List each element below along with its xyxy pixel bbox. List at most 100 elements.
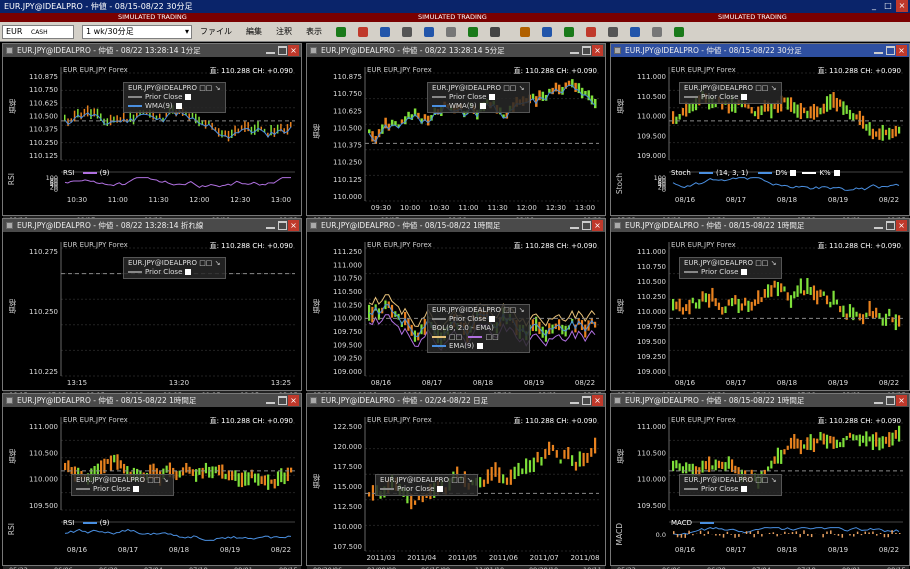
price-chart[interactable]: 110.875 110.750 110.625 110.500 110.375 110.2… — [307, 57, 605, 215]
panel-titlebar[interactable]: EUR.JPY@IDEALPRO - 仲値 - 08/15-08/22 1時間足… — [611, 219, 909, 232]
panel-maximize-icon[interactable] — [886, 221, 895, 230]
legend-settings-icon[interactable]: ↘ — [771, 476, 777, 484]
minimize-window-button[interactable]: _ — [868, 0, 880, 12]
panel-menu-icon[interactable] — [614, 47, 621, 54]
zoom-out-icon[interactable] — [424, 27, 434, 37]
panel-menu-icon[interactable] — [6, 397, 13, 404]
panel-close-icon[interactable]: × — [592, 220, 603, 231]
period-select[interactable]: 1 wk/30分足 ▾ — [82, 25, 192, 39]
panel-maximize-icon[interactable] — [886, 46, 895, 55]
panel-titlebar[interactable]: EUR.JPY@IDEALPRO - 仲値 - 08/15-08/22 1時間足… — [3, 394, 301, 407]
prior-close-checkbox[interactable] — [489, 316, 496, 322]
panel-minimize-icon[interactable] — [266, 398, 275, 404]
indicator-legend[interactable]: MACD — [671, 519, 717, 527]
chart-legend[interactable]: EUR.JPY@IDEALPRO □□ ↘ Prior Close WMA(9) — [123, 82, 226, 113]
chart-panel-6[interactable]: EUR.JPY@IDEALPRO - 仲値 - 08/15-08/22 1時間足… — [610, 218, 910, 400]
price-chart[interactable]: 110.275 110.250 110.225 13:15 13:20 13:25 — [3, 232, 301, 390]
symbol-input[interactable]: EUR CASH — [2, 25, 74, 39]
panel-close-icon[interactable]: × — [288, 45, 299, 56]
arrow-up-icon[interactable] — [564, 27, 574, 37]
chart-panel-1[interactable]: EUR.JPY@IDEALPRO - 仲値 - 08/22 13:28:14 1… — [2, 43, 302, 225]
chart-legend[interactable]: EUR.JPY@IDEALPRO □□ ↘ Prior Close WMA(9) — [427, 82, 530, 113]
arrow-down-icon[interactable] — [586, 27, 596, 37]
crosshair-icon[interactable] — [336, 27, 346, 37]
fibonacci-icon[interactable] — [542, 27, 552, 37]
panel-menu-icon[interactable] — [310, 47, 317, 54]
price-chart[interactable]: 111.000 110.500 110.000 109.500 109.000 08/16… — [611, 57, 909, 215]
panel-close-icon[interactable]: × — [896, 220, 907, 231]
link-icon[interactable] — [674, 27, 684, 37]
chart-legend[interactable]: EUR.JPY@IDEALPRO □□ ↘ Prior Close — [123, 257, 226, 279]
close-window-button[interactable]: × — [896, 0, 908, 12]
chart-panel-5[interactable]: EUR.JPY@IDEALPRO - 仲値 - 08/15-08/22 1時間足… — [306, 218, 606, 400]
menu-file[interactable]: ファイル — [200, 26, 232, 38]
panel-close-icon[interactable]: × — [288, 220, 299, 231]
wma-checkbox[interactable] — [175, 103, 182, 109]
panel-minimize-icon[interactable] — [266, 223, 275, 229]
cursor-icon[interactable] — [490, 27, 500, 37]
panel-close-icon[interactable]: × — [592, 395, 603, 406]
stoch-k-checkbox[interactable] — [833, 170, 840, 176]
panel-minimize-icon[interactable] — [570, 398, 579, 404]
panel-minimize-icon[interactable] — [874, 398, 883, 404]
prior-close-checkbox[interactable] — [741, 269, 748, 275]
indicator-legend[interactable]: RSI (9) — [63, 169, 110, 177]
chart-legend[interactable]: EUR.JPY@IDEALPRO □□ ↘ Prior Close — [679, 257, 782, 279]
price-chart[interactable]: 111.000 110.750 110.500 110.250 110.000 109.7… — [611, 232, 909, 390]
panel-titlebar[interactable]: EUR.JPY@IDEALPRO - 仲値 - 08/22 13:28:14 折… — [3, 219, 301, 232]
maximize-window-button[interactable]: □ — [882, 0, 894, 12]
panel-menu-icon[interactable] — [310, 222, 317, 229]
panel-maximize-icon[interactable] — [582, 46, 591, 55]
chart-legend[interactable]: EUR.JPY@IDEALPRO □□ ↘ Prior Close — [679, 82, 782, 104]
chart-panel-3[interactable]: EUR.JPY@IDEALPRO - 仲値 - 08/15-08/22 30分足… — [610, 43, 910, 225]
menu-edit[interactable]: 編集 — [246, 26, 262, 38]
chart-legend[interactable]: EUR.JPY@IDEALPRO □□ ↘ Prior Close — [375, 474, 478, 496]
indicator-legend[interactable]: RSI (9) — [63, 519, 110, 527]
panel-close-icon[interactable]: × — [288, 395, 299, 406]
prior-close-checkbox[interactable] — [489, 94, 496, 100]
prior-close-checkbox[interactable] — [185, 269, 192, 275]
draw-line-icon[interactable] — [358, 27, 368, 37]
panel-menu-icon[interactable] — [310, 397, 317, 404]
panel-minimize-icon[interactable] — [570, 223, 579, 229]
panel-maximize-icon[interactable] — [278, 221, 287, 230]
panel-close-icon[interactable]: × — [592, 45, 603, 56]
chart-panel-7[interactable]: EUR.JPY@IDEALPRO - 仲値 - 08/15-08/22 1時間足… — [2, 393, 302, 569]
panel-minimize-icon[interactable] — [874, 223, 883, 229]
refresh-icon[interactable] — [468, 27, 478, 37]
panel-menu-icon[interactable] — [6, 47, 13, 54]
chart-panel-2[interactable]: EUR.JPY@IDEALPRO - 仲値 - 08/22 13:28:14 5… — [306, 43, 606, 225]
chart-legend[interactable]: EUR.JPY@IDEALPRO □□ ↘ Prior Close BOL(9,… — [427, 304, 530, 353]
panel-titlebar[interactable]: EUR.JPY@IDEALPRO - 仲値 - 08/22 13:28:14 1… — [3, 44, 301, 57]
chart-legend[interactable]: EUR.JPY@IDEALPRO □□ ↘ Prior Close — [71, 474, 174, 496]
legend-settings-icon[interactable]: ↘ — [771, 259, 777, 267]
menu-annotate[interactable]: 注釈 — [276, 26, 292, 38]
settings-icon[interactable] — [652, 27, 662, 37]
panel-maximize-icon[interactable] — [582, 396, 591, 405]
panel-maximize-icon[interactable] — [886, 396, 895, 405]
legend-settings-icon[interactable]: ↘ — [163, 476, 169, 484]
indicator-legend[interactable]: Stoch (14, 3, 1) D% K% — [671, 169, 840, 177]
prior-close-checkbox[interactable] — [133, 486, 140, 492]
panel-close-icon[interactable]: × — [896, 395, 907, 406]
ema-checkbox[interactable] — [477, 343, 484, 349]
legend-settings-icon[interactable]: ↘ — [519, 84, 525, 92]
prior-close-checkbox[interactable] — [185, 94, 192, 100]
chart-panel-8[interactable]: EUR.JPY@IDEALPRO - 仲値 - 02/24-08/22 日足 ×… — [306, 393, 606, 569]
legend-settings-icon[interactable]: ↘ — [215, 84, 221, 92]
text-tool-icon[interactable] — [520, 27, 530, 37]
panel-titlebar[interactable]: EUR.JPY@IDEALPRO - 仲値 - 08/22 13:28:14 5… — [307, 44, 605, 57]
panel-close-icon[interactable]: × — [896, 45, 907, 56]
prior-close-checkbox[interactable] — [741, 94, 748, 100]
panel-minimize-icon[interactable] — [266, 48, 275, 54]
panel-minimize-icon[interactable] — [874, 48, 883, 54]
zoom-in-icon[interactable] — [402, 27, 412, 37]
panel-titlebar[interactable]: EUR.JPY@IDEALPRO - 仲値 - 08/15-08/22 1時間足… — [307, 219, 605, 232]
stoch-d-checkbox[interactable] — [790, 170, 797, 176]
trendline-icon[interactable] — [380, 27, 390, 37]
wma-checkbox[interactable] — [479, 103, 486, 109]
prior-close-checkbox[interactable] — [437, 486, 444, 492]
chart-panel-4[interactable]: EUR.JPY@IDEALPRO - 仲値 - 08/22 13:28:14 折… — [2, 218, 302, 400]
panel-titlebar[interactable]: EUR.JPY@IDEALPRO - 仲値 - 02/24-08/22 日足 × — [307, 394, 605, 407]
menu-view[interactable]: 表示 — [306, 26, 322, 38]
